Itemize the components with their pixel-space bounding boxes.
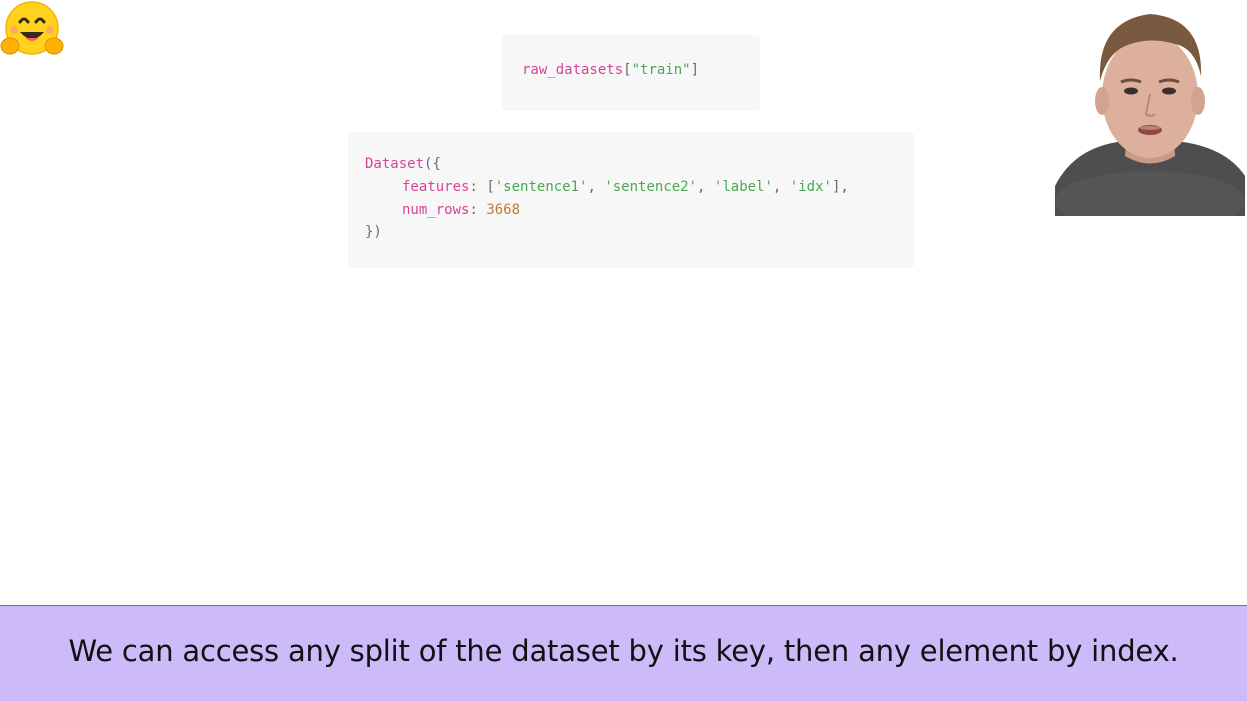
presenter-avatar [1055, 14, 1245, 216]
code-num-rows-value: 3668 [486, 202, 521, 218]
code-output-line-1: Dataset({ [365, 156, 441, 172]
code-output-line-3: num_rows: 3668 [365, 202, 520, 218]
code-feature-item: 'label' [713, 179, 773, 195]
code-split-key: "train" [631, 62, 691, 78]
code-list-open: [ [486, 179, 495, 195]
hugging-face-logo-icon [0, 1, 64, 55]
caption-text: We can access any split of the dataset b… [68, 634, 1179, 668]
code-features-key: features [402, 179, 470, 195]
code-num-rows-key: num_rows [402, 202, 470, 218]
code-input-line: raw_datasets["train"] [522, 62, 699, 78]
code-close-paren: }) [365, 224, 382, 240]
caption-bar: We can access any split of the dataset b… [0, 605, 1247, 701]
code-bracket-open: [ [623, 62, 632, 78]
code-class-name: Dataset [365, 156, 425, 172]
code-bracket-close: ] [690, 62, 700, 78]
code-feature-item: 'idx' [789, 179, 832, 195]
code-open-paren: ({ [424, 156, 441, 172]
code-input-block: raw_datasets["train"] [502, 35, 760, 111]
code-colon: : [469, 179, 478, 195]
code-output-block: Dataset({ features: ['sentence1', 'sente… [348, 132, 914, 268]
code-colon: : [469, 202, 478, 218]
code-feature-item: 'sentence1' [494, 179, 588, 195]
code-variable: raw_datasets [522, 62, 624, 78]
code-list-close: ], [831, 179, 849, 195]
code-output-line-2: features: ['sentence1', 'sentence2', 'la… [402, 179, 849, 195]
code-feature-item: 'sentence2' [604, 179, 698, 195]
code-output-line-4: }) [365, 224, 382, 240]
